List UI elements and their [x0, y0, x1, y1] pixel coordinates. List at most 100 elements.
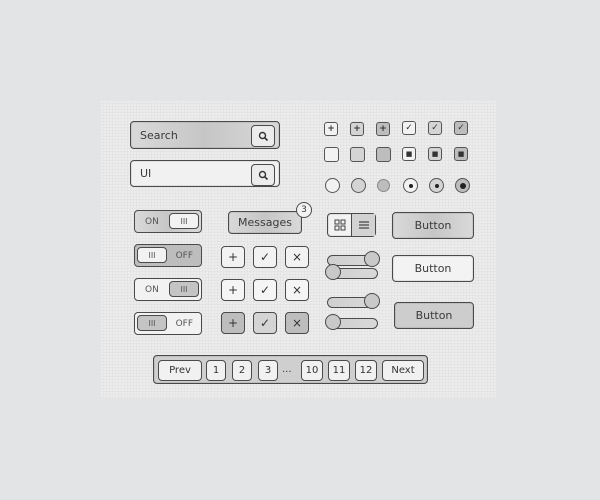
- check-icon: ✓: [259, 250, 271, 264]
- magnifier-icon: [258, 131, 268, 141]
- radio-unchecked[interactable]: [325, 178, 340, 193]
- empty-checkbox[interactable]: [324, 147, 339, 162]
- radio-checked-hover[interactable]: [429, 178, 444, 193]
- slider[interactable]: [325, 264, 379, 282]
- check-checkbox[interactable]: ✓: [402, 121, 416, 135]
- pagination-next-button[interactable]: Next: [382, 360, 424, 381]
- add-button-pressed[interactable]: +: [221, 312, 245, 334]
- filled-checkbox[interactable]: ■: [402, 147, 416, 161]
- check-icon: ✓: [405, 123, 413, 133]
- page-number: 3: [264, 365, 272, 376]
- page-number: 11: [332, 365, 346, 376]
- prev-label: Prev: [169, 365, 191, 376]
- toggle-off-alt[interactable]: III OFF: [134, 312, 202, 335]
- filled-checkbox-hover[interactable]: ■: [428, 147, 442, 161]
- radio-dot: [459, 182, 466, 189]
- button-label: Button: [415, 309, 453, 322]
- button-hover[interactable]: Button: [392, 255, 474, 282]
- check-icon: ✓: [259, 316, 271, 330]
- list-view-button[interactable]: [352, 214, 375, 236]
- slider[interactable]: [327, 293, 381, 311]
- radio-dot: [408, 183, 413, 188]
- toggle-on[interactable]: ON III: [134, 210, 202, 233]
- pagination-page[interactable]: 1: [206, 360, 226, 381]
- check-checkbox-pressed[interactable]: ✓: [454, 121, 468, 135]
- radio-checked[interactable]: [403, 178, 418, 193]
- badge-count: 3: [301, 205, 307, 215]
- empty-checkbox-pressed[interactable]: [376, 147, 391, 162]
- close-button-hover[interactable]: ×: [285, 279, 309, 301]
- page-number: 1: [212, 365, 220, 376]
- slider-knob[interactable]: [364, 293, 380, 309]
- filled-checkbox-pressed[interactable]: ■: [454, 147, 468, 161]
- slider-knob[interactable]: [325, 314, 341, 330]
- radio-unchecked-hover[interactable]: [351, 178, 366, 193]
- search-field-filled[interactable]: UI: [130, 160, 280, 187]
- square-mark-icon: ■: [457, 150, 465, 158]
- plus-checkbox[interactable]: +: [324, 122, 338, 136]
- confirm-button[interactable]: ✓: [253, 246, 277, 268]
- search-input-value: UI: [140, 167, 152, 180]
- radio-checked-pressed[interactable]: [455, 178, 470, 193]
- pagination-page[interactable]: 12: [355, 360, 377, 381]
- button-label: Button: [414, 262, 452, 275]
- search-field[interactable]: Search: [130, 121, 280, 149]
- close-icon: ×: [291, 250, 303, 264]
- plus-icon: +: [227, 250, 239, 264]
- toggle-off-label: OFF: [175, 250, 193, 261]
- plus-checkbox-pressed[interactable]: +: [376, 122, 390, 136]
- toggle-knob[interactable]: III: [169, 281, 199, 297]
- view-switch: [327, 213, 376, 237]
- radio-unchecked-pressed[interactable]: [377, 179, 390, 192]
- button-normal[interactable]: Button: [392, 212, 474, 239]
- check-checkbox-hover[interactable]: ✓: [428, 121, 442, 135]
- plus-icon: +: [353, 124, 361, 134]
- button-pressed[interactable]: Button: [394, 302, 474, 329]
- messages-button[interactable]: Messages: [228, 211, 302, 234]
- square-mark-icon: ■: [405, 150, 413, 158]
- pagination-page[interactable]: 3: [258, 360, 278, 381]
- plus-icon: +: [227, 283, 239, 297]
- toggle-off-label: OFF: [175, 318, 193, 329]
- toggle-on-label: ON: [145, 216, 159, 227]
- confirm-button-pressed[interactable]: ✓: [253, 312, 277, 334]
- next-label: Next: [391, 365, 415, 376]
- pagination-ellipsis: ...: [282, 364, 292, 375]
- check-icon: ✓: [457, 123, 465, 133]
- page-number: 10: [305, 365, 319, 376]
- close-icon: ×: [291, 316, 303, 330]
- toggle-off[interactable]: III OFF: [134, 244, 202, 267]
- search-button[interactable]: [251, 125, 275, 147]
- toggle-knob[interactable]: III: [137, 315, 167, 331]
- plus-icon: +: [379, 124, 387, 134]
- slider-knob[interactable]: [325, 264, 341, 280]
- close-button-pressed[interactable]: ×: [285, 312, 309, 334]
- toggle-knob[interactable]: III: [169, 213, 199, 229]
- toggle-on-alt[interactable]: ON III: [134, 278, 202, 301]
- search-button[interactable]: [251, 164, 275, 186]
- page-number: 12: [359, 365, 373, 376]
- grid-view-button[interactable]: [328, 214, 352, 236]
- pagination-page[interactable]: 11: [328, 360, 350, 381]
- add-button[interactable]: +: [221, 246, 245, 268]
- close-button[interactable]: ×: [285, 246, 309, 268]
- check-icon: ✓: [259, 283, 271, 297]
- slider[interactable]: [325, 314, 379, 332]
- close-icon: ×: [291, 283, 303, 297]
- magnifier-icon: [258, 170, 268, 180]
- toggle-knob[interactable]: III: [137, 247, 167, 263]
- list-view-icon: [358, 221, 369, 229]
- plus-checkbox-hover[interactable]: +: [350, 122, 364, 136]
- pagination-page[interactable]: 2: [232, 360, 252, 381]
- pagination-page[interactable]: 10: [301, 360, 323, 381]
- confirm-button-hover[interactable]: ✓: [253, 279, 277, 301]
- empty-checkbox-hover[interactable]: [350, 147, 365, 162]
- add-button-hover[interactable]: +: [221, 279, 245, 301]
- pagination-prev-button[interactable]: Prev: [158, 360, 202, 381]
- toggle-on-label: ON: [145, 284, 159, 295]
- search-input-value: Search: [140, 128, 178, 142]
- check-icon: ✓: [431, 123, 439, 133]
- button-label: Button: [414, 219, 452, 232]
- square-mark-icon: ■: [431, 150, 439, 158]
- sketch-ui-kit-canvas: Search UI + + + ✓ ✓ ✓ ■ ■ ■ ON III III O…: [100, 100, 497, 398]
